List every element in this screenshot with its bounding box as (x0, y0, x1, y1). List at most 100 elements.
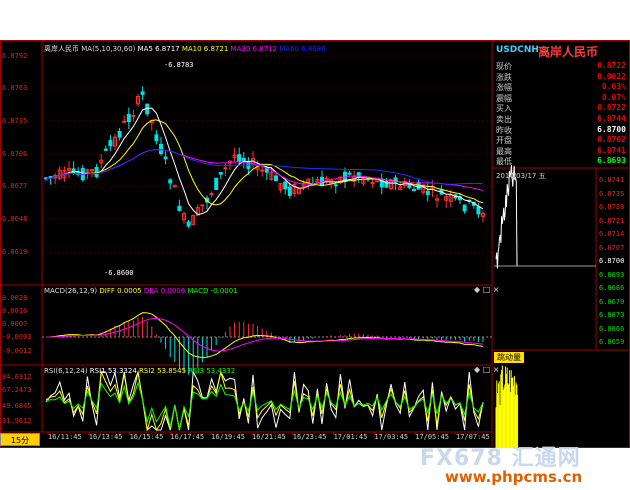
candle (241, 157, 246, 162)
quote-label: 涨幅 (496, 83, 512, 93)
rsi-tick: 84.6912 (2, 373, 32, 381)
candle (159, 143, 163, 155)
candle (140, 91, 145, 95)
candle (117, 130, 122, 138)
price-tick: 6.8648 (2, 215, 28, 223)
macd-tick: 0.0007 (2, 320, 28, 328)
quote-label: 开盘 (496, 136, 512, 146)
quote-label: 现价 (496, 62, 512, 71)
rsi2-value: RSI2 53.8545 (139, 367, 187, 375)
macd-value: MACD -0.0001 (187, 287, 238, 295)
candle (287, 186, 292, 196)
quote-label: 昨收 (496, 125, 512, 135)
intraday-weekday: 五 (538, 172, 546, 180)
quote-value: 0.0022 (597, 71, 626, 81)
time-tick: 17/01:45 (333, 433, 368, 441)
candle (94, 166, 99, 178)
intraday-tick: 6.8735 (599, 189, 625, 198)
tick-volume-chart (495, 365, 519, 448)
intraday-tick: 6.8666 (599, 324, 625, 333)
symbol-code: USDCNH (496, 45, 539, 55)
rsi-tick: 31.9612 (2, 417, 32, 425)
quote-label: 震幅 (496, 93, 512, 103)
intraday-header: 2017/03/17 五 (496, 171, 546, 181)
candle (237, 154, 242, 163)
quote-value: 6.8722 (597, 61, 626, 70)
candlestick-series (44, 86, 485, 229)
intraday-tick: 6.8679 (599, 297, 625, 306)
candle (218, 172, 223, 175)
intraday-tick: 6.8700 (599, 257, 625, 265)
macd-legend: MACD(26,12,9) DIFF 0.0005 DEA 0.0006 MAC… (44, 287, 238, 295)
candle (274, 175, 278, 182)
candle (103, 148, 108, 151)
rsi-panel-controls[interactable]: ◆ □ × (474, 365, 500, 374)
candle (177, 205, 182, 211)
candle (214, 177, 219, 191)
time-tick: 16/11:45 (48, 433, 82, 441)
candle (154, 134, 159, 142)
quote-row: 震幅 0.07% (496, 93, 628, 103)
intraday-tick: 6.8721 (599, 216, 625, 225)
candle (163, 156, 168, 160)
dea-value: DEA 0.0006 (143, 287, 186, 295)
time-tick: 17/03:45 (374, 433, 409, 441)
quote-value: 6.8693 (597, 156, 626, 166)
macd-tick: -0.0003 (2, 333, 32, 341)
ma-params: MA(5,10,30,60) (81, 45, 136, 53)
quote-row: 昨收 6.8700 (496, 125, 628, 135)
quote-value: 6.8744 (597, 114, 626, 123)
intraday-date: 2017/03/17 (496, 172, 537, 180)
quote-row: 最低 6.8693 (496, 156, 628, 166)
candle (476, 206, 481, 215)
candle (186, 221, 191, 227)
quote-row: 最高 6.8741 (496, 146, 628, 156)
intraday-tick: 6.8693 (599, 270, 625, 279)
intraday-tick: 6.8714 (599, 230, 625, 238)
time-tick: 16/19:45 (211, 433, 245, 441)
moving-average-lines (45, 107, 484, 216)
rsi-tick: 49.6845 (2, 402, 32, 410)
high-annotation: -6.8783 (164, 61, 194, 69)
intraday-tick: 6.8728 (599, 203, 625, 211)
rsi3-value: RSI3 53.4332 (188, 367, 236, 375)
ma30-value: MA30 6.8712 (230, 45, 278, 53)
intraday-tick: 6.8741 (599, 176, 625, 184)
intraday-tick: 6.8686 (599, 284, 625, 292)
main-chart-title: 离岸人民币 (44, 45, 79, 53)
quote-label: 买入 (496, 104, 512, 114)
candle (333, 184, 338, 187)
quote-row: 现价 6.8722 (496, 61, 628, 71)
candle (48, 176, 53, 179)
diff-value: DIFF 0.0005 (99, 287, 142, 295)
period-button-15min[interactable]: 15分 (0, 433, 40, 446)
tick-panel-title: 跳动量 (494, 352, 524, 363)
ma10-line (45, 119, 484, 206)
ma10-value: MA10 6.8721 (181, 45, 229, 53)
intraday-tick: 6.8707 (599, 243, 625, 252)
rsi-series (45, 370, 484, 432)
time-tick: 16/17:45 (170, 433, 205, 441)
candle (122, 120, 127, 123)
time-tick: 16/13:45 (88, 433, 123, 441)
intraday-tick: 6.8659 (599, 338, 625, 346)
price-tick: 6.8706 (2, 150, 28, 158)
candle (90, 169, 94, 172)
quote-value: 6.8741 (597, 145, 626, 155)
rsi-line (45, 370, 484, 432)
macd-panel-controls[interactable]: ◆ □ × (474, 285, 500, 294)
dea-line (45, 317, 484, 352)
diff-line (45, 312, 484, 358)
price-tick: 6.8792 (2, 52, 28, 60)
quote-value: 6.8700 (597, 124, 626, 134)
candle (283, 181, 288, 190)
symbol-name: 离岸人民币 (538, 45, 599, 59)
rsi-line (45, 370, 484, 431)
ma5-value: MA5 6.8717 (137, 45, 180, 53)
rsi1-value: RSI1 53.3324 (89, 367, 137, 375)
candle (462, 204, 467, 212)
quote-value: 6.8722 (597, 103, 626, 113)
price-tick: 6.8735 (2, 117, 28, 125)
quote-value: 0.07% (601, 92, 626, 102)
low-annotation: -6.8600 (104, 269, 134, 277)
